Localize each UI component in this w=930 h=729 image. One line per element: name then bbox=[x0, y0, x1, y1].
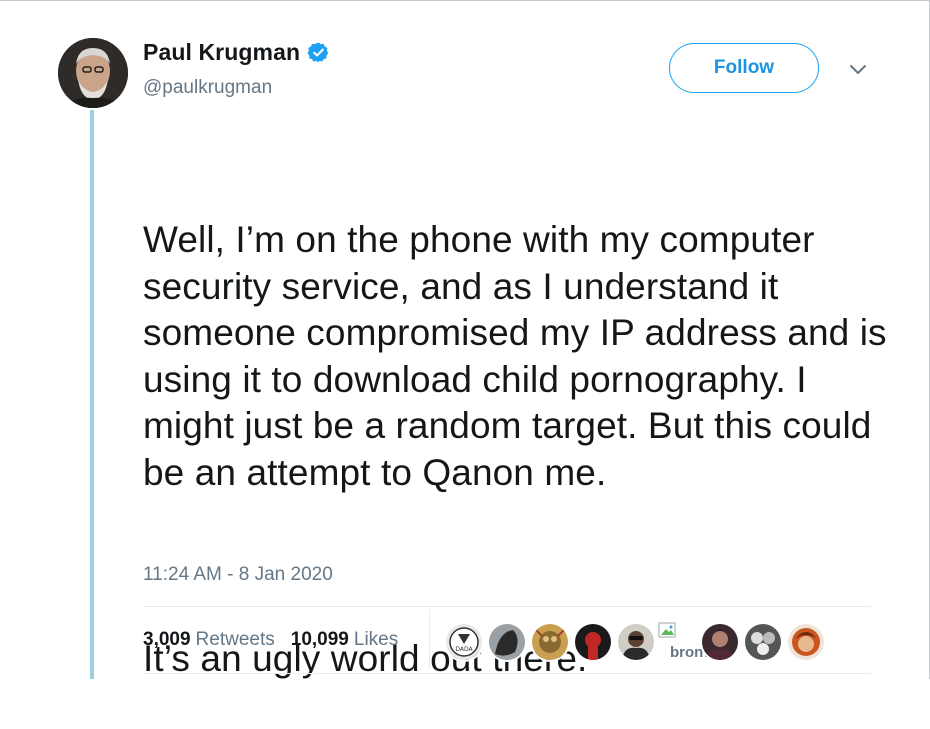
follow-button[interactable]: Follow bbox=[669, 43, 819, 93]
liker-avatar-dada-logo-avatar[interactable]: DADA bbox=[444, 622, 484, 662]
tweet-paragraph: Well, I’m on the phone with my computer … bbox=[143, 219, 898, 493]
retweets-stat[interactable]: 3,009 Retweets bbox=[143, 629, 275, 651]
liker-avatar-person-avatar[interactable] bbox=[616, 622, 656, 662]
likers-avatars: DADA bronwen bbox=[444, 622, 844, 662]
liker-avatar-dark-red-avatar[interactable] bbox=[573, 622, 613, 662]
liker-avatar-colorful-avatar[interactable] bbox=[530, 622, 570, 662]
likes-label: Likes bbox=[353, 629, 399, 650]
liker-avatar-bw-avatar[interactable] bbox=[743, 622, 783, 662]
thread-line bbox=[90, 110, 94, 679]
author-handle[interactable]: @paulkrugman bbox=[143, 77, 272, 99]
retweets-label: Retweets bbox=[195, 629, 275, 650]
retweets-count: 3,009 bbox=[143, 629, 191, 650]
author-name[interactable]: Paul Krugman bbox=[143, 39, 330, 66]
author-avatar[interactable] bbox=[58, 38, 128, 108]
author-name-text: Paul Krugman bbox=[143, 39, 301, 65]
svg-text:DADA: DADA bbox=[455, 646, 473, 653]
top-border bbox=[0, 0, 930, 1]
tweet-stats: 3,009 Retweets 10,099 Likes bbox=[143, 629, 398, 651]
chevron-down-icon[interactable] bbox=[847, 58, 869, 80]
divider bbox=[143, 673, 871, 674]
liker-avatar-person-avatar[interactable] bbox=[700, 622, 740, 662]
likes-count: 10,099 bbox=[290, 629, 349, 650]
liker-avatar-broken-image-avatar[interactable]: bronwen bbox=[658, 622, 733, 664]
stats-divider bbox=[429, 609, 430, 669]
liker-avatar-orange-avatar[interactable] bbox=[786, 622, 826, 662]
liker-avatar-dark-avatar[interactable] bbox=[487, 622, 527, 662]
likes-stat[interactable]: 10,099 Likes bbox=[291, 629, 398, 651]
tweet-timestamp[interactable]: 11:24 AM - 8 Jan 2020 bbox=[143, 564, 333, 586]
divider bbox=[143, 606, 871, 607]
verified-badge-icon bbox=[307, 41, 330, 64]
